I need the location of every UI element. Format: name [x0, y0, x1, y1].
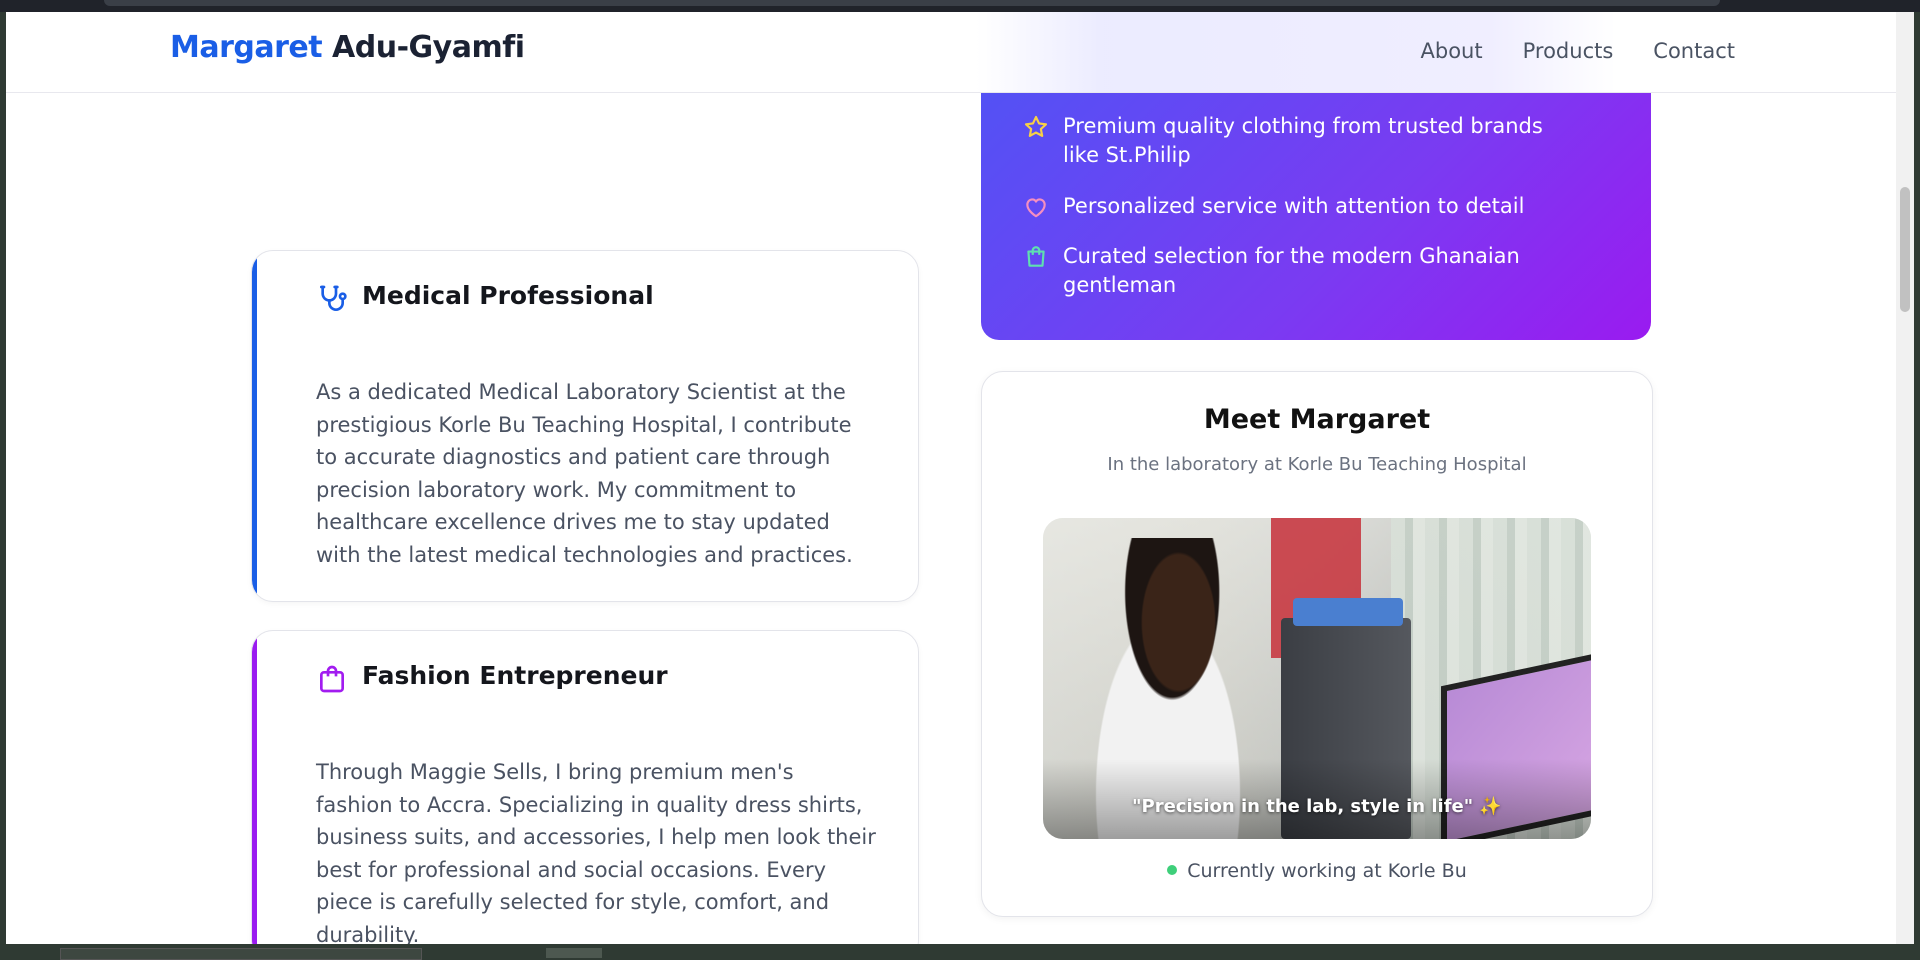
card-accent-bar — [252, 631, 257, 944]
heart-icon — [1026, 198, 1046, 218]
photo-quote: "Precision in the lab, style in life" ✨ — [1132, 796, 1502, 817]
browser-top-bar — [0, 0, 1920, 12]
work-status: Currently working at Korle Bu — [982, 860, 1652, 882]
scrollbar-thumb[interactable] — [1900, 187, 1910, 312]
meet-subtitle: In the laboratory at Korle Bu Teaching H… — [1107, 454, 1527, 475]
nav-products[interactable]: Products — [1523, 39, 1614, 63]
status-text: Currently working at Korle Bu — [1187, 860, 1467, 882]
status-dot-icon — [1167, 864, 1178, 875]
brand-first-name: Margaret — [170, 30, 323, 65]
taskbar — [0, 944, 1920, 960]
site-header: Margaret Adu-Gyamfi About Products Conta… — [6, 12, 1896, 93]
nav-about[interactable]: About — [1421, 39, 1483, 63]
medical-professional-card: Medical Professional As a dedicated Medi… — [251, 250, 919, 602]
main-nav: About Products Contact — [1421, 39, 1735, 63]
meet-title: Meet Margaret — [1203, 404, 1431, 435]
margaret-photo: "Precision in the lab, style in life" ✨ — [1043, 518, 1591, 839]
card-body: As a dedicated Medical Laboratory Scient… — [316, 380, 853, 567]
star-icon — [1024, 115, 1048, 137]
feature-item-quality: Premium quality clothing from trusted br… — [1023, 112, 1583, 170]
browser-viewport: Premium quality clothing from trusted br… — [6, 12, 1896, 944]
feature-text: Curated selection for the modern Ghanaia… — [1063, 244, 1520, 297]
meet-margaret-card: Meet Margaret In the laboratory at Korle… — [981, 371, 1653, 917]
card-body: Through Maggie Sells, I bring premium me… — [316, 760, 876, 944]
shopping-bag-icon — [1027, 246, 1045, 267]
nav-contact[interactable]: Contact — [1653, 39, 1735, 63]
fashion-entrepreneur-card: Fashion Entrepreneur Through Maggie Sell… — [251, 630, 919, 944]
stethoscope-icon — [320, 285, 347, 311]
card-title: Fashion Entrepreneur — [362, 661, 668, 690]
feature-item-curated: Curated selection for the modern Ghanaia… — [1023, 242, 1583, 300]
feature-text: Premium quality clothing from trusted br… — [1063, 114, 1543, 167]
shopping-bag-icon — [320, 665, 344, 693]
card-accent-bar — [252, 251, 257, 601]
address-bar[interactable] — [104, 0, 1720, 6]
brand-logo[interactable]: Margaret Adu-Gyamfi — [170, 30, 525, 65]
page-scrollbar[interactable] — [1896, 12, 1914, 944]
brand-last-name: Adu-Gyamfi — [332, 30, 525, 65]
card-title: Medical Professional — [362, 281, 654, 310]
feature-text: Personalized service with attention to d… — [1063, 194, 1525, 218]
feature-item-service: Personalized service with attention to d… — [1023, 192, 1583, 221]
